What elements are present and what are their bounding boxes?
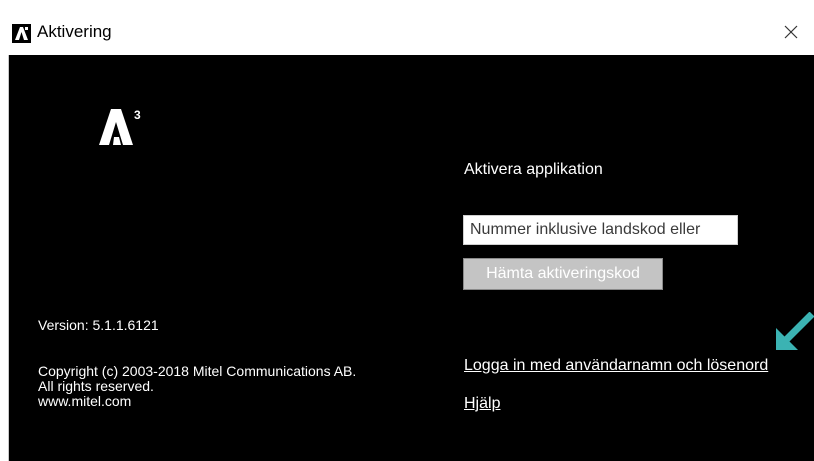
svg-text:3: 3 [134,108,141,122]
help-link[interactable]: Hjälp [464,395,500,413]
copyright-line: Copyright (c) 2003-2018 Mitel Communicat… [38,363,357,379]
window-title: Aktivering [37,22,112,41]
a3-logo-icon [12,24,31,43]
close-icon [784,25,798,38]
version-label: Version: 5.1.1.6121 [38,317,159,333]
a3-app-logo-icon: 3 [99,108,141,145]
activate-heading: Aktivera applikation [464,161,603,178]
teal-arrow-icon [776,312,814,350]
fetch-activation-code-button[interactable]: Hämta aktiveringskod [463,258,663,290]
phone-number-input[interactable] [463,215,738,245]
copyright-block: Copyright (c) 2003-2018 Mitel Communicat… [38,364,356,409]
close-button[interactable] [768,8,814,55]
title-bar: Aktivering [0,0,814,55]
login-with-username-link[interactable]: Logga in med användarnamn och lösenord [464,357,768,375]
website-line: www.mitel.com [38,393,132,409]
activation-panel: 3 Version: 5.1.1.6121 Copyright (c) 2003… [9,55,814,461]
rights-line: All rights reserved. [38,378,154,394]
